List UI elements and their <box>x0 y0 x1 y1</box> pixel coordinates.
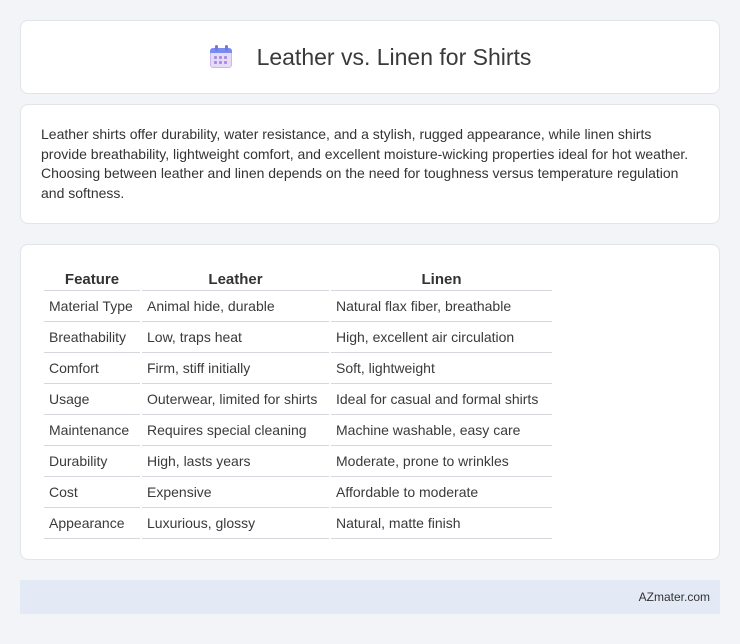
title-card: Leather vs. Linen for Shirts <box>20 20 720 94</box>
linen-cell: Ideal for casual and formal shirts <box>331 384 552 415</box>
page-title: Leather vs. Linen for Shirts <box>256 43 532 70</box>
leather-cell: Luxurious, glossy <box>142 508 329 539</box>
table-row: Material Type Animal hide, durable Natur… <box>44 291 552 322</box>
table-row: Comfort Firm, stiff initially Soft, ligh… <box>44 353 552 384</box>
table-row: Appearance Luxurious, glossy Natural, ma… <box>44 508 552 539</box>
calendar-icon <box>209 44 235 70</box>
table-header-row: Feature Leather Linen <box>44 265 552 291</box>
title-wrap: Leather vs. Linen for Shirts <box>209 43 532 71</box>
header-feature: Feature <box>44 265 140 291</box>
linen-cell: Natural, matte finish <box>331 508 552 539</box>
linen-cell: Affordable to moderate <box>331 477 552 508</box>
footer: AZmater.com <box>20 580 720 614</box>
comparison-table: Feature Leather Linen Material Type Anim… <box>42 265 554 539</box>
leather-cell: Expensive <box>142 477 329 508</box>
linen-cell: Natural flax fiber, breathable <box>331 291 552 322</box>
header-linen: Linen <box>331 265 552 291</box>
leather-cell: Outerwear, limited for shirts <box>142 384 329 415</box>
feature-cell: Usage <box>44 384 140 415</box>
feature-cell: Maintenance <box>44 415 140 446</box>
feature-cell: Cost <box>44 477 140 508</box>
linen-cell: Moderate, prone to wrinkles <box>331 446 552 477</box>
feature-cell: Breathability <box>44 322 140 353</box>
footer-site-link[interactable]: AZmater.com <box>639 590 710 604</box>
description-text: Leather shirts offer durability, water r… <box>41 126 689 201</box>
feature-cell: Durability <box>44 446 140 477</box>
leather-cell: Requires special cleaning <box>142 415 329 446</box>
leather-cell: Firm, stiff initially <box>142 353 329 384</box>
header-leather: Leather <box>142 265 329 291</box>
linen-cell: High, excellent air circulation <box>331 322 552 353</box>
leather-cell: High, lasts years <box>142 446 329 477</box>
linen-cell: Soft, lightweight <box>331 353 552 384</box>
leather-cell: Animal hide, durable <box>142 291 329 322</box>
comparison-card: Feature Leather Linen Material Type Anim… <box>20 244 720 560</box>
feature-cell: Comfort <box>44 353 140 384</box>
feature-cell: Appearance <box>44 508 140 539</box>
table-row: Maintenance Requires special cleaning Ma… <box>44 415 552 446</box>
table-row: Breathability Low, traps heat High, exce… <box>44 322 552 353</box>
table-row: Durability High, lasts years Moderate, p… <box>44 446 552 477</box>
leather-cell: Low, traps heat <box>142 322 329 353</box>
linen-cell: Machine washable, easy care <box>331 415 552 446</box>
description-card: Leather shirts offer durability, water r… <box>20 104 720 224</box>
table-row: Cost Expensive Affordable to moderate <box>44 477 552 508</box>
table-row: Usage Outerwear, limited for shirts Idea… <box>44 384 552 415</box>
feature-cell: Material Type <box>44 291 140 322</box>
